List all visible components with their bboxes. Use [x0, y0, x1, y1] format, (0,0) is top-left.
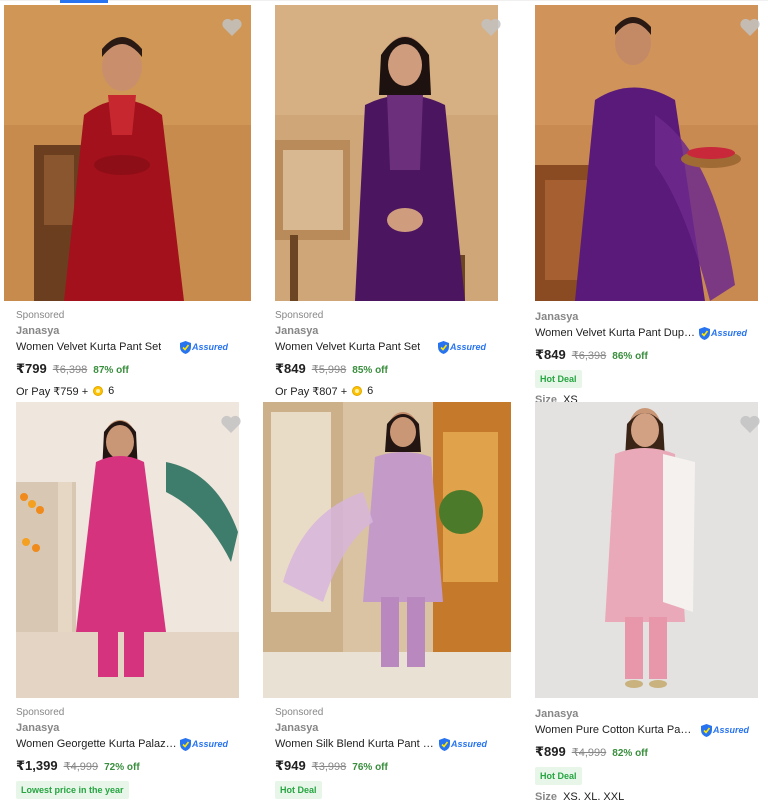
product-image[interactable] — [275, 5, 498, 301]
size-values: XS, XL, XXL — [563, 791, 625, 800]
shield-icon — [701, 723, 712, 737]
original-price: ₹4,999 — [63, 761, 99, 773]
brand-name: Janasya — [535, 311, 579, 323]
sponsored-label: Sponsored — [275, 310, 324, 321]
assured-text: Assured — [711, 328, 748, 338]
shield-icon — [699, 326, 710, 340]
supercoin-icon — [352, 386, 363, 396]
shield-icon — [439, 737, 450, 751]
assured-text: Assured — [192, 739, 229, 749]
brand-name: Janasya — [535, 708, 579, 720]
product-image[interactable] — [535, 402, 758, 698]
selling-price: ₹849 — [535, 347, 566, 362]
deal-badge: Hot Deal — [535, 767, 582, 785]
sponsored-label: Sponsored — [16, 310, 65, 321]
product-title[interactable]: Women Velvet Kurta Pant Dupatt... — [535, 327, 697, 339]
wishlist-heart-icon[interactable] — [480, 17, 502, 37]
assured-text: Assured — [191, 342, 228, 352]
deal-badge: Hot Deal — [275, 781, 322, 799]
original-price: ₹3,998 — [311, 761, 347, 773]
or-pay-text: Or Pay ₹807 + — [275, 385, 348, 398]
discount-percent: 87% off — [93, 365, 129, 376]
discount-percent: 85% off — [352, 365, 388, 376]
product-image[interactable] — [263, 402, 511, 698]
active-tab-indicator — [60, 0, 108, 3]
selling-price: ₹899 — [535, 744, 566, 759]
brand-name: Janasya — [16, 325, 60, 337]
sponsored-label: Sponsored — [16, 707, 65, 718]
assured-badge: Assured — [699, 326, 748, 340]
product-title[interactable]: Women Velvet Kurta Pant Set — [275, 341, 420, 353]
shield-icon — [437, 340, 449, 354]
original-price: ₹4,999 — [571, 747, 607, 759]
sponsored-label: Sponsored — [275, 707, 324, 718]
shield-icon — [179, 340, 191, 354]
original-price: ₹6,398 — [52, 364, 88, 376]
product-card[interactable]: Sponsored Janasya Women Velvet Kurta Pan… — [275, 5, 501, 400]
wishlist-heart-icon[interactable] — [221, 17, 243, 37]
or-pay-text: Or Pay ₹759 + — [16, 385, 89, 398]
brand-name: Janasya — [275, 722, 319, 734]
product-title[interactable]: Women Velvet Kurta Pant Set — [16, 341, 161, 353]
product-card[interactable]: Sponsored Janasya Women Silk Blend Kurta… — [263, 402, 511, 800]
assured-text: Assured — [713, 725, 750, 735]
supercoin-offer: Or Pay ₹807 + 6 — [275, 382, 498, 400]
supercoin-offer: Or Pay ₹759 + 6 — [16, 382, 246, 400]
assured-text: Assured — [449, 342, 486, 352]
selling-price: ₹949 — [275, 758, 306, 773]
product-card[interactable]: Janasya Women Velvet Kurta Pant Dupatt..… — [535, 5, 761, 406]
assured-badge: Assured — [701, 723, 750, 737]
assured-badge: Assured — [439, 737, 488, 751]
product-card[interactable]: Janasya Women Pure Cotton Kurta Pant ...… — [535, 402, 761, 800]
assured-badge: Assured — [437, 340, 486, 354]
top-divider — [0, 0, 768, 4]
brand-name: Janasya — [275, 325, 319, 337]
selling-price: ₹1,399 — [16, 758, 58, 773]
assured-badge: Assured — [180, 737, 229, 751]
product-card[interactable]: Sponsored Janasya Women Velvet Kurta Pan… — [4, 5, 251, 400]
product-image[interactable] — [4, 5, 251, 301]
assured-text: Assured — [451, 739, 488, 749]
product-image[interactable] — [16, 402, 239, 698]
selling-price: ₹849 — [275, 361, 306, 376]
wishlist-heart-icon[interactable] — [739, 17, 761, 37]
discount-percent: 76% off — [352, 762, 388, 773]
original-price: ₹5,998 — [311, 364, 347, 376]
product-image[interactable] — [535, 5, 758, 301]
size-label: Size — [535, 791, 558, 800]
assured-badge: Assured — [179, 340, 228, 354]
brand-name: Janasya — [16, 722, 60, 734]
product-title[interactable]: Women Georgette Kurta Palazzo... — [16, 738, 178, 750]
deal-badge: Hot Deal — [535, 370, 582, 388]
product-title[interactable]: Women Pure Cotton Kurta Pant ... — [535, 724, 697, 736]
product-card[interactable]: Sponsored Janasya Women Georgette Kurta … — [16, 402, 242, 800]
discount-percent: 86% off — [612, 351, 648, 362]
size-info: Size XS, XL, XXL — [535, 791, 765, 800]
original-price: ₹6,398 — [571, 350, 607, 362]
coin-count: 6 — [108, 385, 115, 397]
product-title[interactable]: Women Silk Blend Kurta Pant Du... — [275, 738, 435, 750]
coin-count: 6 — [367, 385, 374, 397]
wishlist-heart-icon[interactable] — [739, 414, 761, 434]
shield-icon — [180, 737, 191, 751]
discount-percent: 82% off — [612, 748, 648, 759]
selling-price: ₹799 — [16, 361, 47, 376]
wishlist-heart-icon[interactable] — [220, 414, 242, 434]
deal-badge: Lowest price in the year — [16, 781, 129, 799]
discount-percent: 72% off — [104, 762, 140, 773]
supercoin-icon — [93, 386, 104, 396]
